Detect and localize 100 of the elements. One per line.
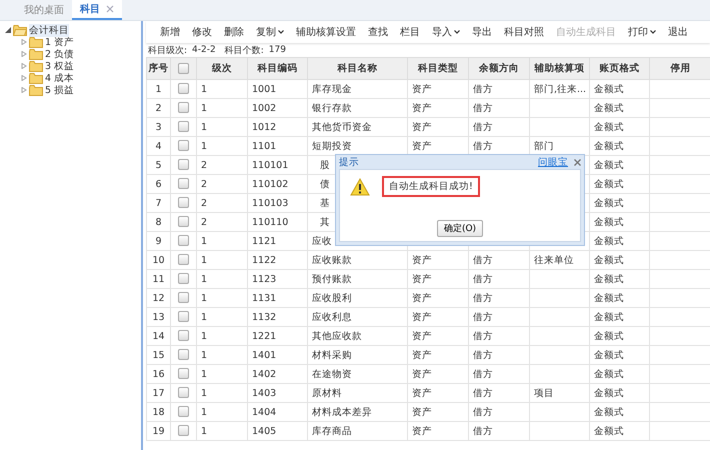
checkbox[interactable]: [178, 292, 189, 304]
table-cell: 银行存款: [308, 98, 408, 118]
table-cell: 7: [146, 194, 170, 212]
checkbox[interactable]: [178, 197, 189, 208]
tree-item[interactable]: 会计科目: [29, 24, 69, 36]
table-cell: 借方: [468, 402, 530, 422]
table-cell: 1: [196, 364, 248, 384]
table-cell: 预付账款: [308, 270, 408, 288]
table-cell: 金额式: [590, 174, 650, 194]
table-cell: 1101: [248, 136, 308, 156]
table-cell: 1: [196, 422, 248, 440]
tree-item[interactable]: 3 权益: [45, 60, 74, 72]
table-cell: 1401: [248, 346, 308, 364]
checkbox[interactable]: [178, 159, 189, 170]
table-cell: 金额式: [590, 364, 650, 384]
table-cell: 110101: [248, 156, 308, 174]
checkbox[interactable]: [178, 425, 189, 436]
close-icon[interactable]: [574, 158, 581, 166]
table-cell: 金额式: [590, 422, 650, 440]
toolbar-button[interactable]: 导出: [466, 25, 498, 39]
table-cell: 借方: [468, 308, 530, 326]
checkbox[interactable]: [178, 62, 189, 74]
info-label: 科目级次:: [148, 44, 188, 56]
checkbox[interactable]: [178, 235, 189, 246]
table-cell: 1002: [248, 98, 308, 118]
folder-icon: [29, 84, 43, 96]
toolbar-button[interactable]: 复制: [250, 25, 290, 39]
column-header: 辅助核算项: [530, 58, 590, 80]
table-cell: 1123: [248, 270, 308, 288]
table-cell: 应收股利: [308, 288, 408, 308]
table-cell: 11: [146, 270, 170, 288]
table-cell: 2: [196, 194, 248, 212]
tab[interactable]: 科目: [72, 0, 122, 20]
toolbar-button[interactable]: 科目对照: [498, 25, 550, 39]
table-cell: 材料成本差异: [308, 402, 408, 422]
checkbox[interactable]: [178, 349, 189, 360]
tree-item[interactable]: 1 资产: [45, 36, 74, 48]
table-cell: 1405: [248, 422, 308, 440]
table-cell: 金额式: [590, 118, 650, 136]
toolbar-button[interactable]: 辅助核算设置: [290, 25, 362, 39]
checkbox[interactable]: [178, 368, 189, 380]
table-cell: 借方: [468, 384, 530, 402]
info-value: 4-2-2: [192, 45, 216, 55]
table-cell: 借方: [468, 364, 530, 384]
folder-icon: [29, 72, 43, 84]
checkbox[interactable]: [178, 121, 189, 132]
table-cell: 借方: [468, 98, 530, 118]
toolbar-button[interactable]: 导入: [426, 25, 466, 39]
table-cell: 10: [146, 250, 170, 270]
info-value: 179: [268, 45, 286, 55]
ok-button[interactable]: 确定(O): [436, 220, 484, 237]
table-cell: 1: [196, 250, 248, 270]
table-cell: 借方: [468, 346, 530, 364]
checkbox[interactable]: [178, 140, 189, 152]
checkbox[interactable]: [178, 330, 189, 342]
checkbox[interactable]: [178, 102, 189, 114]
checkbox[interactable]: [178, 406, 189, 418]
table-cell: 12: [146, 288, 170, 308]
table-cell: 借方: [468, 288, 530, 308]
table-cell: 14: [146, 326, 170, 346]
table-cell: 资产: [408, 98, 468, 118]
checkbox[interactable]: [178, 387, 189, 398]
table-cell: 1: [196, 402, 248, 422]
table-cell: 1: [196, 80, 248, 98]
checkbox[interactable]: [178, 311, 189, 322]
toolbar-button[interactable]: 栏目: [394, 25, 426, 39]
table-cell: 金额式: [590, 212, 650, 232]
table-cell: 19: [146, 422, 170, 440]
tree-item[interactable]: 4 成本: [45, 72, 74, 84]
toolbar-button[interactable]: 修改: [186, 25, 218, 39]
table-cell: 1001: [248, 80, 308, 98]
folder-icon: [29, 60, 43, 72]
table-cell: 资产: [408, 326, 468, 346]
checkbox[interactable]: [178, 273, 189, 284]
expand-triangle-icon[interactable]: [5, 27, 11, 33]
table-cell: 110103: [248, 194, 308, 212]
table-cell: 借方: [468, 118, 530, 136]
checkbox[interactable]: [178, 83, 189, 94]
table-cell: 资产: [408, 422, 468, 440]
toolbar-button[interactable]: 打印: [622, 25, 662, 39]
table-cell: 5: [146, 156, 170, 174]
toolbar-button[interactable]: 查找: [362, 25, 394, 39]
table-cell: 1: [196, 118, 248, 136]
tree-item[interactable]: 2 负债: [45, 48, 74, 60]
warning-icon: [350, 178, 370, 196]
checkbox[interactable]: [178, 254, 189, 266]
table-cell: 2: [196, 174, 248, 194]
toolbar-button[interactable]: 退出: [662, 25, 694, 39]
close-icon[interactable]: [106, 5, 114, 13]
table-cell: 金额式: [590, 156, 650, 174]
table-cell: 部门,往来...: [530, 80, 590, 98]
tree-item[interactable]: 5 损益: [45, 84, 74, 96]
table-cell: 资产: [408, 118, 468, 136]
table-cell: 1122: [248, 250, 308, 270]
checkbox[interactable]: [178, 216, 189, 228]
toolbar-button[interactable]: 新增: [154, 25, 186, 39]
toolbar-button[interactable]: 删除: [218, 25, 250, 39]
checkbox[interactable]: [178, 178, 189, 190]
table-cell: 18: [146, 402, 170, 422]
table-cell: 库存现金: [308, 80, 408, 98]
